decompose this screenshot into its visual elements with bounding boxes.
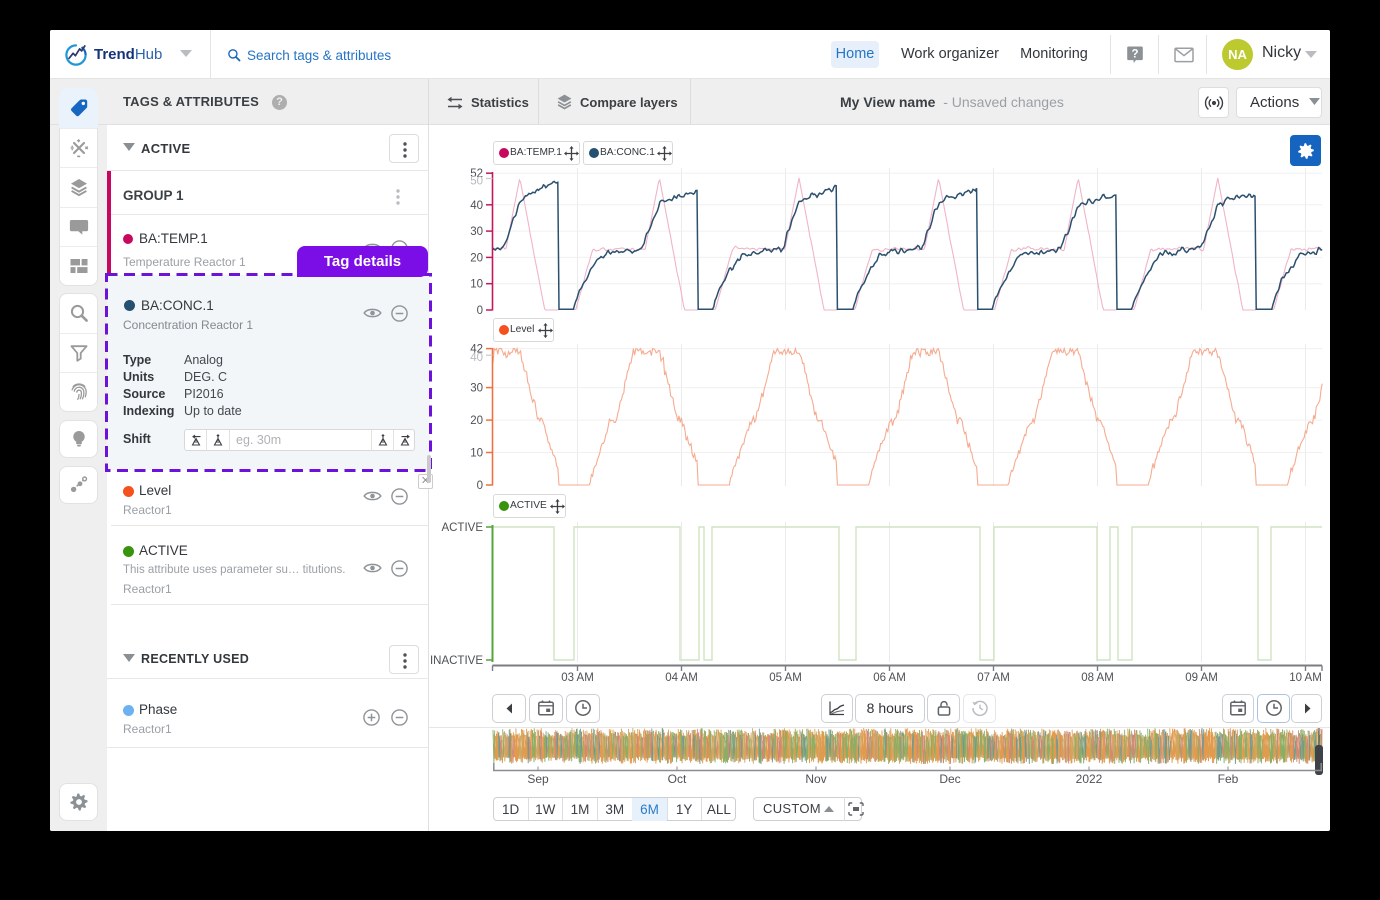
svg-text:50: 50 — [470, 176, 483, 188]
svg-text:Nov: Nov — [805, 772, 826, 786]
svg-text:2022: 2022 — [1076, 772, 1103, 786]
svg-text:20: 20 — [470, 252, 483, 264]
svg-text:04 AM: 04 AM — [665, 672, 698, 684]
svg-text:Feb: Feb — [1218, 772, 1239, 786]
svg-text:08 AM: 08 AM — [1081, 672, 1114, 684]
svg-text:0: 0 — [477, 305, 483, 317]
svg-text:ACTIVE: ACTIVE — [441, 522, 483, 534]
svg-text:10: 10 — [470, 279, 483, 291]
svg-text:Sep: Sep — [527, 772, 549, 786]
svg-text:Oct: Oct — [668, 772, 687, 786]
svg-text:INACTIVE: INACTIVE — [430, 655, 483, 667]
svg-text:?: ? — [1131, 48, 1138, 60]
svg-text:05 AM: 05 AM — [769, 672, 802, 684]
svg-text:40: 40 — [470, 200, 483, 212]
svg-text:09 AM: 09 AM — [1185, 672, 1218, 684]
svg-text:Dec: Dec — [939, 772, 960, 786]
svg-text:06 AM: 06 AM — [873, 672, 906, 684]
svg-text:0: 0 — [477, 480, 483, 492]
svg-text:03 AM: 03 AM — [561, 672, 594, 684]
svg-text:20: 20 — [470, 415, 483, 427]
svg-text:30: 30 — [470, 226, 483, 238]
svg-text:10: 10 — [470, 448, 483, 460]
svg-text:30: 30 — [470, 383, 483, 395]
svg-text:40: 40 — [470, 352, 483, 364]
svg-text:10 AM: 10 AM — [1289, 672, 1322, 684]
svg-text:07 AM: 07 AM — [977, 672, 1010, 684]
